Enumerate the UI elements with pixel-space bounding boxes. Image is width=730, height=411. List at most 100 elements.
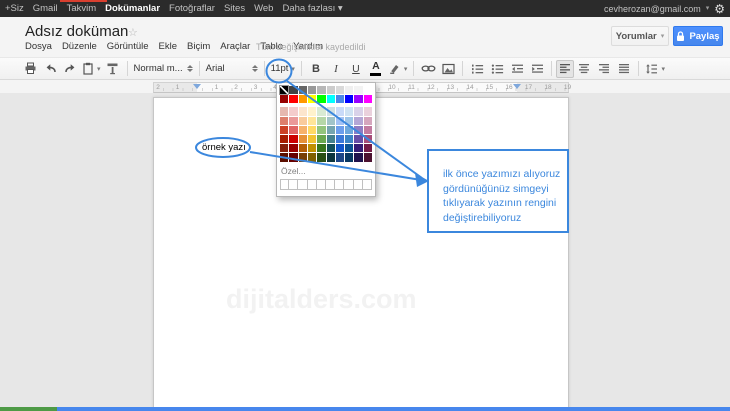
google-service-daha-fazlas-[interactable]: Daha fazlası ▾ (282, 3, 342, 14)
line-spacing-button[interactable]: ▾ (643, 60, 667, 78)
color-swatch-666666[interactable] (299, 86, 307, 94)
color-swatch-6fa8dc[interactable] (345, 126, 353, 134)
color-swatch-a4c2f4[interactable] (336, 117, 344, 125)
insert-link-button[interactable] (418, 60, 438, 78)
color-swatch-20124d[interactable] (354, 153, 362, 161)
increase-indent-button[interactable] (527, 60, 547, 78)
menu-biçim[interactable]: Biçim (187, 41, 210, 52)
color-swatch-c9daf8[interactable] (336, 107, 344, 115)
color-swatch-b6d7a8[interactable] (317, 117, 325, 125)
right-indent-marker[interactable] (513, 84, 521, 89)
redo-button[interactable] (60, 60, 80, 78)
menu-görüntüle[interactable]: Görüntüle (107, 41, 149, 52)
color-swatch-ead1dc[interactable] (364, 107, 372, 115)
numbered-list-button[interactable] (467, 60, 487, 78)
color-swatch-980000[interactable] (280, 95, 288, 103)
custom-color-slot[interactable] (335, 179, 344, 190)
paint-format-button[interactable] (103, 60, 123, 78)
color-swatch-3c78d8[interactable] (336, 135, 344, 143)
color-swatch-999999[interactable] (308, 86, 316, 94)
color-swatch-d0e0e3[interactable] (327, 107, 335, 115)
color-swatch-5b0f00[interactable] (280, 153, 288, 161)
custom-color-slot[interactable] (363, 179, 372, 190)
color-swatch-990000[interactable] (289, 144, 297, 152)
comments-button[interactable]: Yorumlar ▾ (611, 26, 669, 46)
justify-button[interactable] (614, 60, 634, 78)
color-swatch-8e7cc3[interactable] (354, 126, 362, 134)
print-button[interactable] (20, 60, 40, 78)
color-swatch-1c4587[interactable] (336, 153, 344, 161)
color-swatch-cfe2f3[interactable] (345, 107, 353, 115)
color-swatch-cccccc[interactable] (327, 86, 335, 94)
color-swatch-45818e[interactable] (327, 135, 335, 143)
color-swatch-f1c232[interactable] (308, 135, 316, 143)
custom-color-slot[interactable] (280, 179, 289, 190)
color-swatch-ffe599[interactable] (308, 117, 316, 125)
color-swatch-6d9eeb[interactable] (336, 126, 344, 134)
color-swatch-e6b8af[interactable] (280, 107, 288, 115)
color-swatch-ff9900[interactable] (299, 95, 307, 103)
color-swatch-000000[interactable] (280, 86, 288, 94)
color-swatch-351c75[interactable] (354, 144, 362, 152)
color-swatch-38761d[interactable] (317, 144, 325, 152)
color-swatch-00ffff[interactable] (327, 95, 335, 103)
custom-color-slot[interactable] (317, 179, 326, 190)
color-swatch-dd7e6b[interactable] (280, 117, 288, 125)
color-swatch-660000[interactable] (289, 153, 297, 161)
color-swatch-e06666[interactable] (289, 126, 297, 134)
color-swatch-d9d2e9[interactable] (354, 107, 362, 115)
color-swatch-9900ff[interactable] (354, 95, 362, 103)
google-service-dok-manlar[interactable]: Dokümanlar (105, 3, 160, 14)
custom-color-slot[interactable] (326, 179, 335, 190)
color-swatch-fff2cc[interactable] (308, 107, 316, 115)
align-right-button[interactable] (594, 60, 614, 78)
color-swatch-134f5c[interactable] (327, 144, 335, 152)
custom-color-slot[interactable] (344, 179, 353, 190)
italic-button[interactable]: I (326, 60, 346, 78)
star-icon[interactable]: ☆ (128, 26, 138, 39)
decrease-indent-button[interactable] (507, 60, 527, 78)
bold-button[interactable]: B (306, 60, 326, 78)
google-service--siz[interactable]: +Siz (5, 3, 24, 14)
color-swatch-073763[interactable] (345, 153, 353, 161)
color-swatch-f6b26b[interactable] (299, 126, 307, 134)
color-swatch-1155cc[interactable] (336, 144, 344, 152)
align-center-button[interactable] (574, 60, 594, 78)
highlight-color-button[interactable]: ▾ (386, 60, 410, 78)
color-swatch-c27ba0[interactable] (364, 126, 372, 134)
color-swatch-4a86e8[interactable] (336, 95, 344, 103)
color-swatch-cc0000[interactable] (289, 135, 297, 143)
insert-image-button[interactable] (438, 60, 458, 78)
color-swatch-9fc5e8[interactable] (345, 117, 353, 125)
color-swatch-783f04[interactable] (299, 153, 307, 161)
color-swatch-85200c[interactable] (280, 144, 288, 152)
custom-color-slot[interactable] (289, 179, 298, 190)
color-swatch-bf9000[interactable] (308, 144, 316, 152)
custom-color-slot[interactable] (308, 179, 317, 190)
custom-color-link[interactable]: Özel... (281, 166, 372, 176)
color-swatch-f3f3f3[interactable] (354, 86, 362, 94)
color-swatch-a64d79[interactable] (364, 135, 372, 143)
custom-color-slot[interactable] (354, 179, 363, 190)
color-swatch-76a5af[interactable] (327, 126, 335, 134)
color-swatch-4c1130[interactable] (364, 153, 372, 161)
color-swatch-ffff00[interactable] (308, 95, 316, 103)
color-swatch-7f6000[interactable] (308, 153, 316, 161)
color-swatch-d9d9d9[interactable] (336, 86, 344, 94)
color-swatch-d9ead3[interactable] (317, 107, 325, 115)
color-swatch-a61c00[interactable] (280, 135, 288, 143)
color-swatch-cc4125[interactable] (280, 126, 288, 134)
google-service-sites[interactable]: Sites (224, 3, 245, 14)
google-service-web[interactable]: Web (254, 3, 273, 14)
color-swatch-b7b7b7[interactable] (317, 86, 325, 94)
color-swatch-741b47[interactable] (364, 144, 372, 152)
color-swatch-ff00ff[interactable] (364, 95, 372, 103)
color-swatch-674ea7[interactable] (354, 135, 362, 143)
color-swatch-ffd966[interactable] (308, 126, 316, 134)
color-swatch-434343[interactable] (289, 86, 297, 94)
google-service-foto-raflar[interactable]: Fotoğraflar (169, 3, 215, 14)
color-swatch-3d85c6[interactable] (345, 135, 353, 143)
color-swatch-a2c4c9[interactable] (327, 117, 335, 125)
color-swatch-f9cb9c[interactable] (299, 117, 307, 125)
underline-button[interactable]: U (346, 60, 366, 78)
